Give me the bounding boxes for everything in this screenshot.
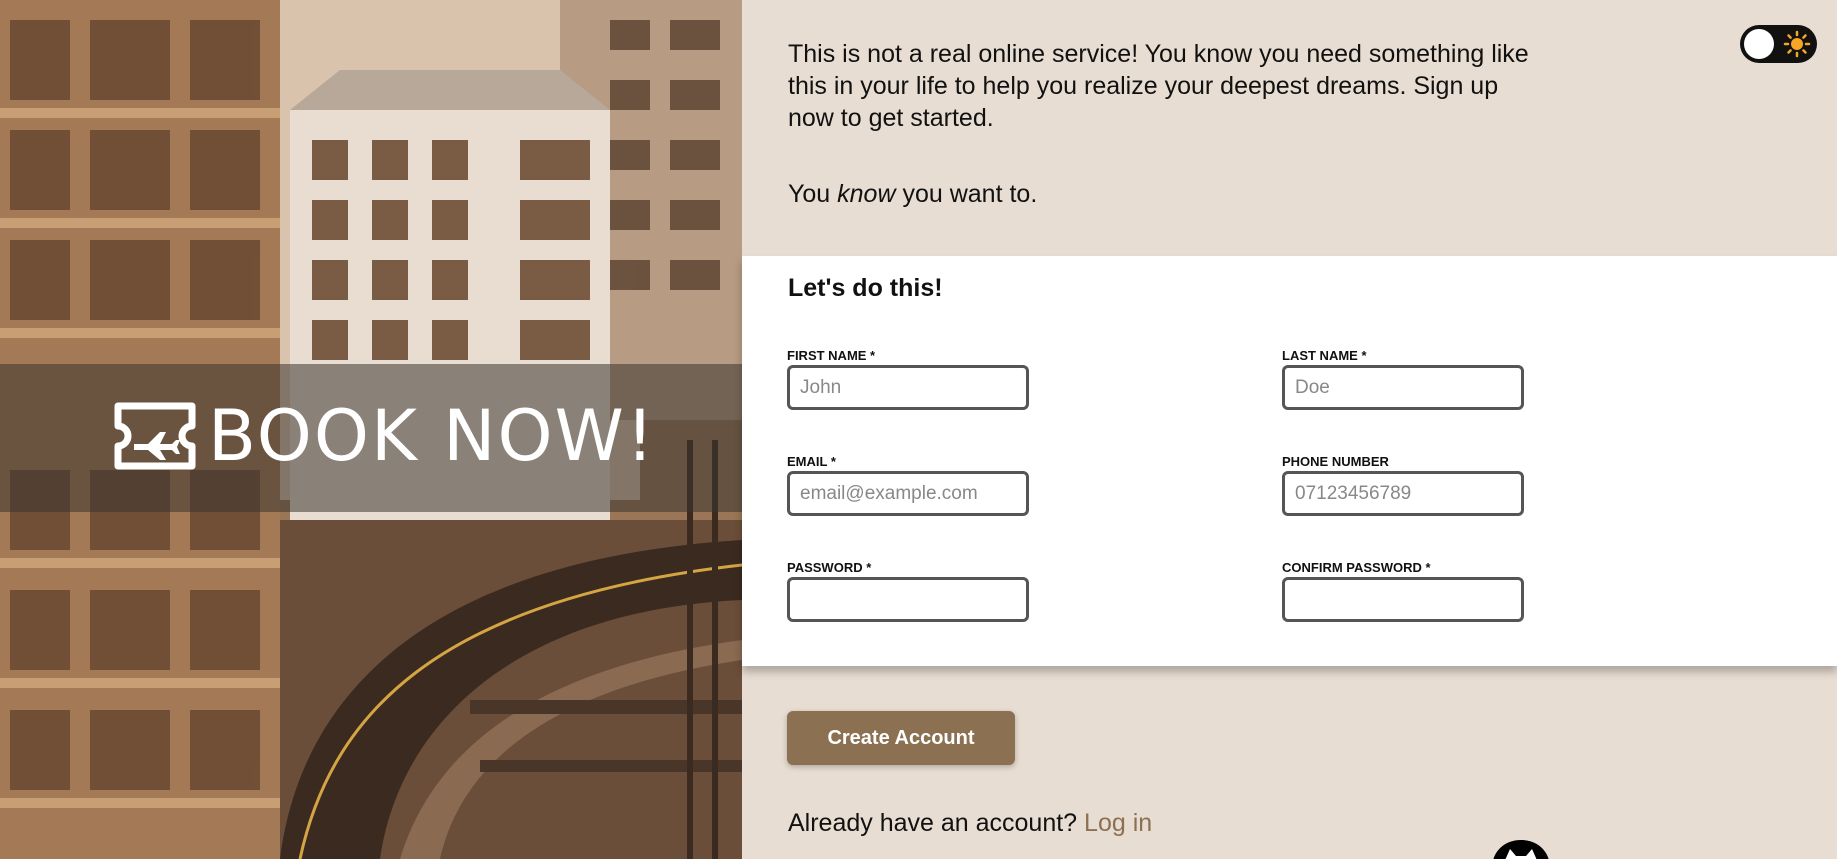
create-account-button[interactable]: Create Account [787,711,1015,765]
book-now-logo[interactable]: BOOK NOW! [112,400,656,472]
last-name-label: LAST NAME * [1282,348,1367,363]
logo-text: BOOK NOW! [208,395,656,477]
email-label: EMAIL * [787,454,836,469]
hero-image-panel: BOOK NOW! [0,0,742,859]
login-link[interactable]: Log in [1084,809,1152,837]
first-name-field: FIRST NAME * [787,348,1029,410]
login-prompt: Already have an account? Log in [788,809,1152,838]
last-name-field: LAST NAME * [1282,348,1524,410]
intro-paragraph: This is not a real online service! You k… [788,40,1529,132]
sun-icon [1783,30,1811,58]
phone-label: PHONE NUMBER [1282,454,1389,469]
confirm-password-field: CONFIRM PASSWORD * [1282,560,1524,622]
phone-input[interactable] [1282,471,1524,516]
theme-toggle[interactable] [1740,25,1817,63]
password-field: PASSWORD * [787,560,1029,622]
confirm-password-input[interactable] [1282,577,1524,622]
plane-ticket-icon [114,402,196,470]
tagline-start: You [788,180,838,208]
tagline-emphasis: know [837,180,896,208]
first-name-input[interactable] [787,365,1029,410]
confirm-password-label: CONFIRM PASSWORD * [1282,560,1431,575]
tagline-end: you want to. [895,180,1038,208]
email-field: EMAIL * [787,454,1029,516]
form-title: Let's do this! [788,274,943,302]
password-label: PASSWORD * [787,560,872,575]
intro-tagline: You know you want to. [788,178,1037,210]
last-name-input[interactable] [1282,365,1524,410]
phone-field: PHONE NUMBER [1282,454,1524,516]
password-input[interactable] [787,577,1029,622]
login-prompt-text: Already have an account? [788,809,1085,837]
signup-form-card: Let's do this! FIRST NAME * LAST NAME * … [742,256,1837,666]
toggle-knob [1744,29,1774,59]
email-input[interactable] [787,471,1029,516]
github-octocat-icon[interactable] [1490,838,1552,859]
first-name-label: FIRST NAME * [787,348,876,363]
